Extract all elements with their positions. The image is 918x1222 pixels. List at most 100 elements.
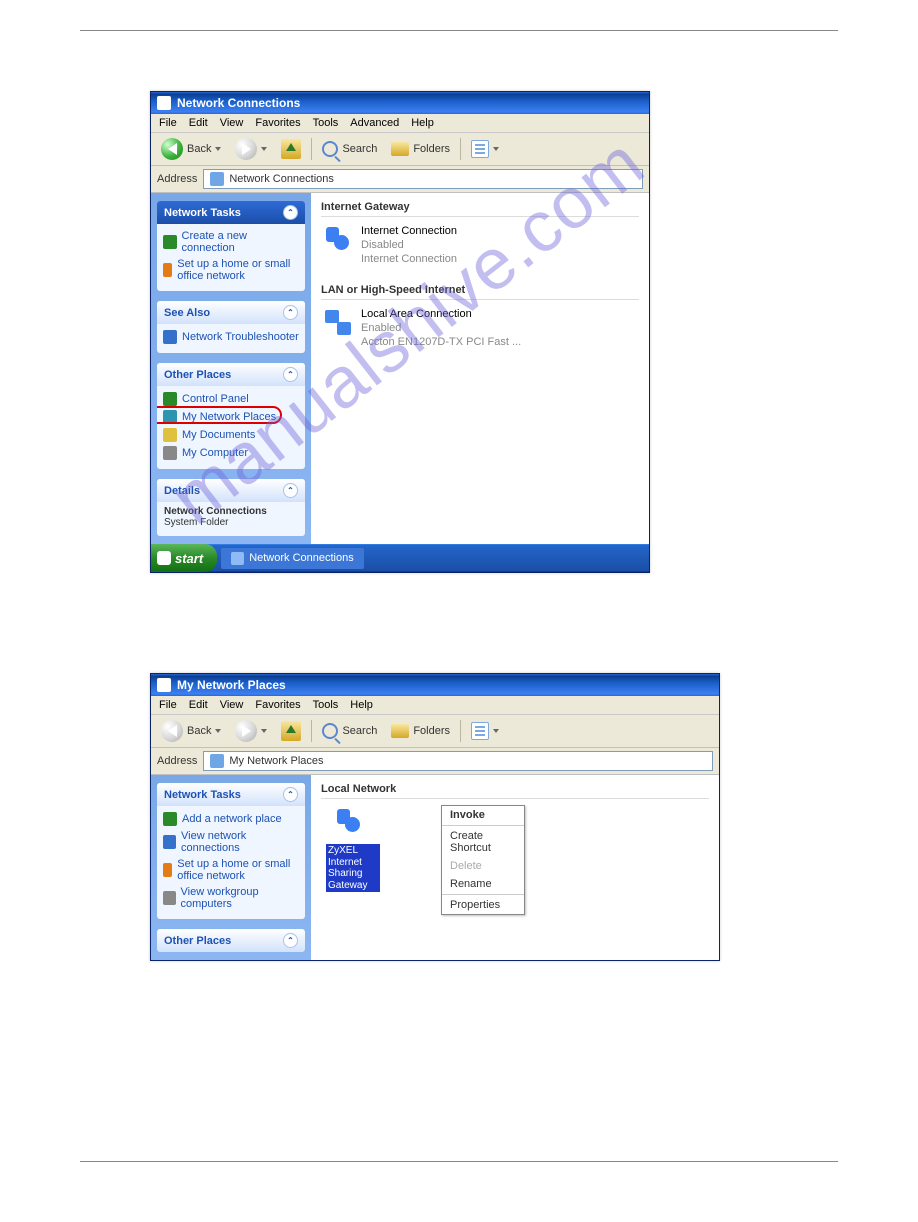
panel-header[interactable]: Details ⌃	[157, 479, 305, 502]
menubar: File Edit View Favorites Tools Advanced …	[151, 114, 649, 133]
menu-file[interactable]: File	[159, 117, 177, 129]
search-label: Search	[342, 725, 377, 737]
menu-file[interactable]: File	[159, 699, 177, 711]
search-button[interactable]: Search	[318, 140, 381, 158]
item-sub: Internet Connection	[361, 253, 457, 267]
collapse-icon[interactable]: ⌃	[283, 933, 298, 948]
ctx-create-shortcut[interactable]: Create Shortcut	[442, 827, 524, 857]
task-setup-network[interactable]: Set up a home or small office network	[163, 856, 299, 884]
forward-icon	[235, 138, 257, 160]
collapse-icon[interactable]: ⌃	[283, 305, 298, 320]
panel-header[interactable]: Network Tasks ⌃	[157, 783, 305, 806]
up-icon	[281, 721, 301, 741]
chevron-down-icon	[261, 729, 267, 733]
menu-view[interactable]: View	[220, 699, 244, 711]
ctx-rename[interactable]: Rename	[442, 875, 524, 893]
other-my-documents[interactable]: My Documents	[163, 426, 299, 444]
search-button[interactable]: Search	[318, 722, 381, 740]
chevron-down-icon	[493, 147, 499, 151]
title-icon	[157, 678, 171, 692]
menu-edit[interactable]: Edit	[189, 117, 208, 129]
task-label: Create a new connection	[182, 230, 299, 254]
context-menu: Invoke Create Shortcut Delete Rename Pro…	[441, 805, 525, 915]
panel-header[interactable]: Other Places ⌃	[157, 929, 305, 952]
folders-button[interactable]: Folders	[387, 141, 454, 157]
titlebar[interactable]: Network Connections	[151, 92, 649, 114]
workgroup-icon	[163, 891, 176, 905]
titlebar[interactable]: My Network Places	[151, 674, 719, 696]
start-button[interactable]: start	[151, 544, 217, 572]
ctx-properties[interactable]: Properties	[442, 896, 524, 914]
item-lan[interactable]: Local Area Connection Enabled Accton EN1…	[321, 306, 639, 351]
item-status: Disabled	[361, 239, 457, 253]
views-icon	[471, 140, 489, 158]
forward-button[interactable]	[231, 137, 271, 161]
menu-favorites[interactable]: Favorites	[255, 699, 300, 711]
chevron-down-icon	[215, 147, 221, 151]
menu-advanced[interactable]: Advanced	[350, 117, 399, 129]
forward-button[interactable]	[231, 719, 271, 743]
panel-header[interactable]: Network Tasks ⌃	[157, 201, 305, 224]
collapse-icon[interactable]: ⌃	[283, 367, 298, 382]
collapse-icon[interactable]: ⌃	[283, 787, 298, 802]
other-control-panel[interactable]: Control Panel	[163, 390, 299, 408]
separator	[311, 720, 312, 742]
toolbar: Back Search Folders	[151, 133, 649, 166]
back-button[interactable]: Back	[157, 719, 225, 743]
task-add-place[interactable]: Add a network place	[163, 810, 299, 828]
other-my-network-places[interactable]: My Network Places	[163, 408, 299, 426]
collapse-icon[interactable]: ⌃	[283, 483, 298, 498]
up-button[interactable]	[277, 138, 305, 160]
panel-title: Other Places	[164, 369, 231, 381]
panel-other-places: Other Places ⌃ Control Panel My Network …	[157, 363, 305, 469]
folder-icon	[391, 142, 409, 156]
folders-label: Folders	[413, 143, 450, 155]
views-icon	[471, 722, 489, 740]
panel-details: Details ⌃ Network Connections System Fol…	[157, 479, 305, 536]
item-gateway[interactable]: ZyXEL Internet Sharing Gateway	[321, 805, 385, 894]
menubar: File Edit View Favorites Tools Help	[151, 696, 719, 715]
menu-tools[interactable]: Tools	[313, 117, 339, 129]
menu-view[interactable]: View	[220, 117, 244, 129]
task-create-connection[interactable]: Create a new connection	[163, 228, 299, 256]
address-value: Network Connections	[229, 173, 334, 185]
views-button[interactable]	[467, 721, 503, 741]
panel-header[interactable]: Other Places ⌃	[157, 363, 305, 386]
panel-title: Network Tasks	[164, 207, 241, 219]
menu-favorites[interactable]: Favorites	[255, 117, 300, 129]
info-icon	[163, 330, 177, 344]
panel-header[interactable]: See Also ⌃	[157, 301, 305, 324]
title-icon	[157, 96, 171, 110]
seealso-troubleshooter[interactable]: Network Troubleshooter	[163, 328, 299, 346]
back-button[interactable]: Back	[157, 137, 225, 161]
views-button[interactable]	[467, 139, 503, 159]
window-title: My Network Places	[177, 678, 286, 692]
address-label: Address	[157, 173, 197, 185]
network-icon	[163, 835, 176, 849]
menu-help[interactable]: Help	[411, 117, 434, 129]
ctx-invoke[interactable]: Invoke	[442, 806, 524, 824]
address-input[interactable]: My Network Places	[203, 751, 713, 771]
back-icon	[161, 138, 183, 160]
menu-tools[interactable]: Tools	[313, 699, 339, 711]
search-label: Search	[342, 143, 377, 155]
task-view-connections[interactable]: View network connections	[163, 828, 299, 856]
other-my-computer[interactable]: My Computer	[163, 444, 299, 462]
folders-button[interactable]: Folders	[387, 723, 454, 739]
add-icon	[163, 812, 177, 826]
address-bar: Address My Network Places	[151, 748, 719, 775]
taskbar-button[interactable]: Network Connections	[221, 548, 364, 569]
menu-help[interactable]: Help	[350, 699, 373, 711]
task-view-workgroup[interactable]: View workgroup computers	[163, 884, 299, 912]
window-network-connections: Network Connections File Edit View Favor…	[150, 91, 650, 573]
item-internet-connection[interactable]: Internet Connection Disabled Internet Co…	[321, 223, 639, 268]
folders-label: Folders	[413, 725, 450, 737]
up-button[interactable]	[277, 720, 305, 742]
address-input[interactable]: Network Connections	[203, 169, 643, 189]
back-icon	[161, 720, 183, 742]
network-places-icon	[163, 410, 177, 424]
collapse-icon[interactable]: ⌃	[283, 205, 298, 220]
menu-edit[interactable]: Edit	[189, 699, 208, 711]
task-setup-network[interactable]: Set up a home or small office network	[163, 256, 299, 284]
documents-icon	[163, 428, 177, 442]
